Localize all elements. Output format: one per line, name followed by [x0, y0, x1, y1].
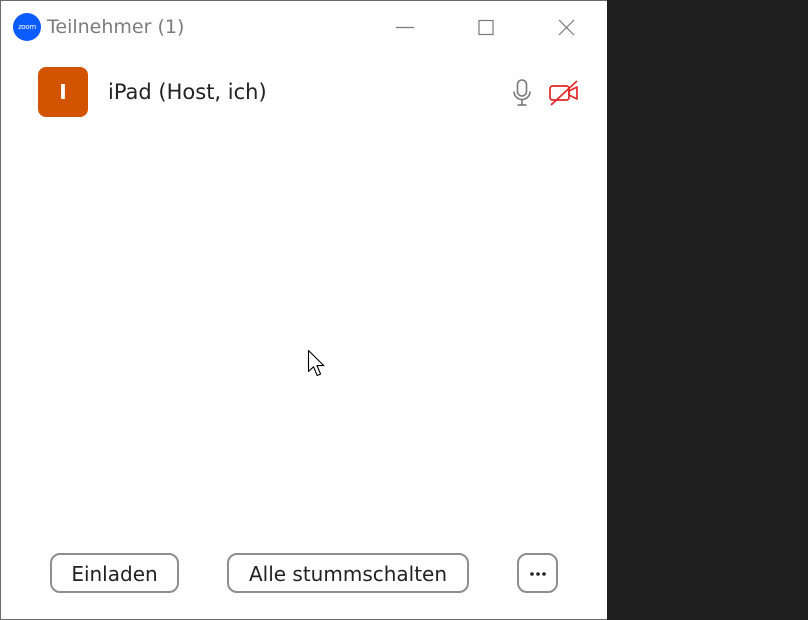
minimize-icon — [396, 26, 414, 29]
window-title: Teilnehmer (1) — [47, 16, 185, 38]
avatar: I — [38, 67, 88, 117]
zoom-logo-icon: zoom — [13, 13, 41, 41]
more-options-button[interactable] — [517, 553, 558, 593]
video-button[interactable] — [547, 78, 581, 108]
close-icon — [558, 19, 575, 36]
microphone-button[interactable] — [507, 77, 537, 109]
title-bar[interactable]: zoom Teilnehmer (1) — [1, 1, 607, 55]
close-button[interactable] — [551, 13, 581, 43]
invite-button[interactable]: Einladen — [50, 553, 179, 593]
participant-name: iPad (Host, ich) — [108, 80, 267, 104]
more-horizontal-icon — [530, 572, 546, 576]
participants-window: zoom Teilnehmer (1) I iPad (Host, ich) E… — [0, 0, 607, 620]
participant-row[interactable]: I iPad (Host, ich) — [1, 63, 607, 123]
maximize-button[interactable] — [471, 13, 501, 43]
maximize-icon — [478, 19, 494, 36]
mute-all-button[interactable]: Alle stummschalten — [227, 553, 469, 593]
microphone-icon — [513, 79, 531, 106]
minimize-button[interactable] — [390, 13, 420, 43]
mouse-cursor-icon — [307, 349, 325, 377]
video-off-icon — [549, 80, 578, 106]
